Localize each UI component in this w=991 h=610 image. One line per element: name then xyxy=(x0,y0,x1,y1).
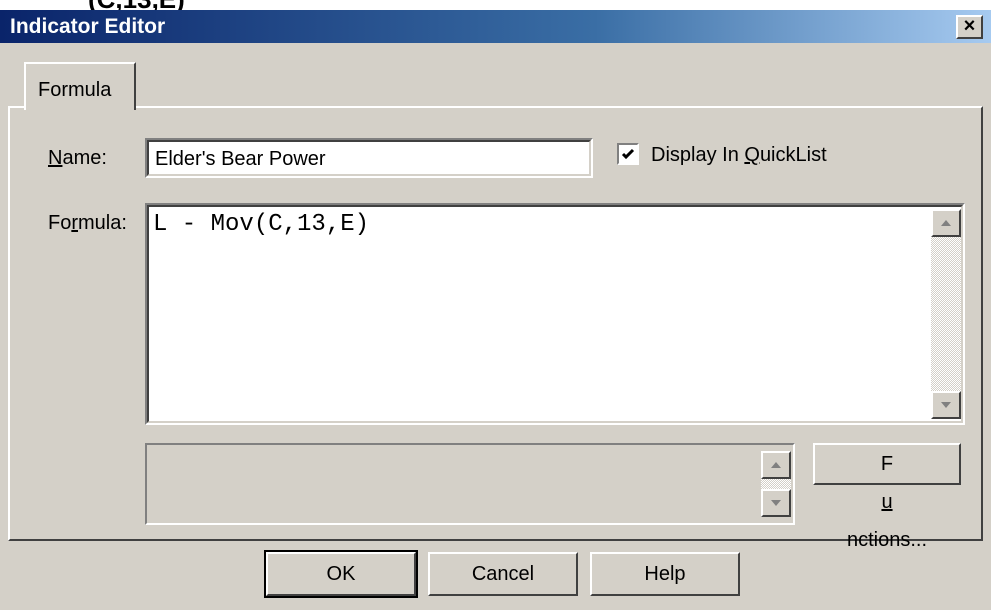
display-in-quicklist-label[interactable]: Display In QuickList xyxy=(651,144,827,167)
ok-button[interactable]: OK xyxy=(264,550,418,598)
formula-text: L - Mov(C,13,E) xyxy=(153,211,370,238)
name-input-value: Elder's Bear Power xyxy=(155,148,326,170)
desc-scroll-down-button[interactable] xyxy=(761,489,791,517)
formula-label: Formula: xyxy=(48,212,127,234)
functions-button-label: Fu nctions... xyxy=(846,453,928,551)
description-scrollbar[interactable] xyxy=(761,451,791,517)
scroll-down-button[interactable] xyxy=(931,391,961,419)
formula-editor[interactable]: L - Mov(C,13,E) xyxy=(145,203,965,425)
title-bar[interactable]: Indicator Editor × xyxy=(0,10,991,43)
tab-formula[interactable]: Formula xyxy=(24,62,136,110)
down-arrow-icon xyxy=(771,500,781,506)
up-arrow-icon xyxy=(771,462,781,468)
description-box xyxy=(145,443,795,525)
help-button[interactable]: Help xyxy=(590,552,740,596)
scroll-up-button[interactable] xyxy=(931,209,961,237)
check-icon xyxy=(621,148,635,160)
close-icon: × xyxy=(963,15,976,37)
down-arrow-icon xyxy=(941,402,951,408)
window-title: Indicator Editor xyxy=(10,15,166,38)
desc-scroll-up-button[interactable] xyxy=(761,451,791,479)
close-button[interactable]: × xyxy=(956,15,983,39)
name-label: Name: xyxy=(48,147,107,169)
formula-scrollbar[interactable] xyxy=(931,209,961,419)
up-arrow-icon xyxy=(941,220,951,226)
name-input[interactable]: Elder's Bear Power xyxy=(145,138,593,178)
indicator-editor-dialog: Indicator Editor × Formula Name: Elder's… xyxy=(0,10,991,610)
tab-formula-label: Formula xyxy=(38,79,112,101)
cancel-button[interactable]: Cancel xyxy=(428,552,578,596)
display-in-quicklist-checkbox[interactable] xyxy=(617,143,639,165)
functions-button[interactable]: Fu nctions... xyxy=(813,443,961,551)
